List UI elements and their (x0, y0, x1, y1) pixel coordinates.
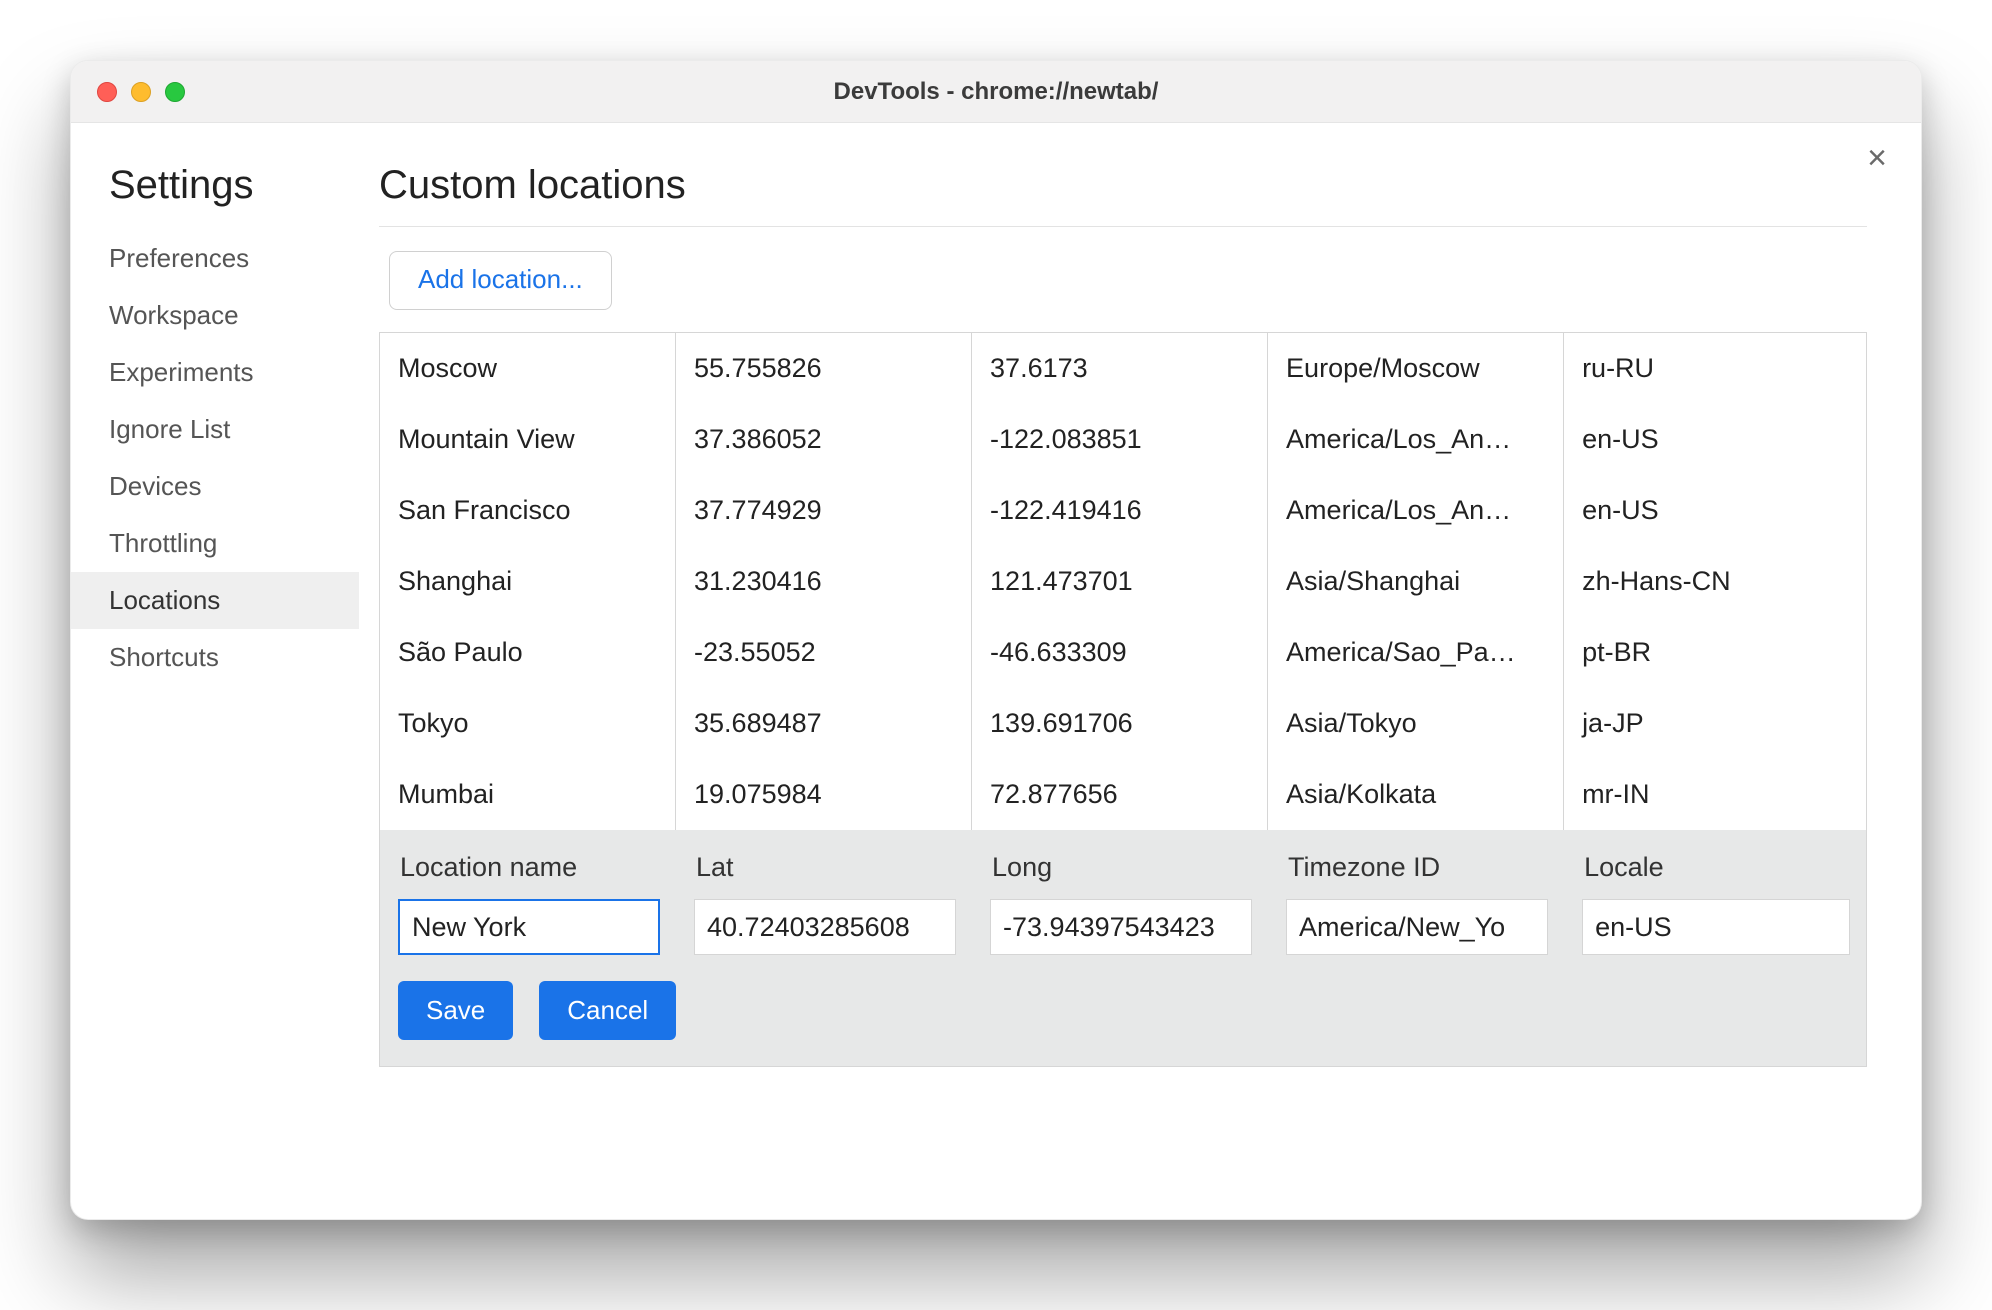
close-icon[interactable]: × (1867, 141, 1887, 175)
table-row[interactable]: Mumbai19.07598472.877656Asia/Kolkatamr-I… (380, 759, 1866, 830)
editor-header-locale: Locale (1564, 830, 1866, 889)
cell-name: São Paulo (380, 617, 676, 688)
window-title: DevTools - chrome://newtab/ (71, 78, 1921, 106)
cell-long: -46.633309 (972, 617, 1268, 688)
cell-locale: mr-IN (1564, 759, 1866, 830)
long-input[interactable] (990, 899, 1252, 955)
table-row[interactable]: Moscow55.75582637.6173Europe/Moscowru-RU (380, 333, 1866, 404)
editor-header: Location name Lat Long Timezone ID Local… (380, 830, 1866, 889)
locations-table: Moscow55.75582637.6173Europe/Moscowru-RU… (379, 332, 1867, 1067)
sidebar-item-devices[interactable]: Devices (71, 458, 359, 515)
cell-timezone: America/Los_An… (1268, 404, 1564, 475)
table-row[interactable]: Mountain View37.386052-122.083851America… (380, 404, 1866, 475)
cell-lat: 19.075984 (676, 759, 972, 830)
editor-header-tz: Timezone ID (1268, 830, 1564, 889)
settings-sidebar-title: Settings (71, 163, 359, 230)
location-editor: Location name Lat Long Timezone ID Local… (380, 830, 1866, 1066)
settings-main-panel: Custom locations Add location... Moscow5… (359, 123, 1921, 1219)
editor-header-name: Location name (380, 830, 676, 889)
cell-timezone: Asia/Kolkata (1268, 759, 1564, 830)
cell-locale: ru-RU (1564, 333, 1866, 404)
zoom-window-button[interactable] (165, 82, 185, 102)
cell-timezone: America/Sao_Pa… (1268, 617, 1564, 688)
cell-lat: 35.689487 (676, 688, 972, 759)
cell-lat: 37.386052 (676, 404, 972, 475)
sidebar-item-locations[interactable]: Locations (71, 572, 359, 629)
lat-input[interactable] (694, 899, 956, 955)
table-row[interactable]: Tokyo35.689487139.691706Asia/Tokyoja-JP (380, 688, 1866, 759)
sidebar-item-preferences[interactable]: Preferences (71, 230, 359, 287)
cell-timezone: America/Los_An… (1268, 475, 1564, 546)
cell-name: Moscow (380, 333, 676, 404)
table-row[interactable]: São Paulo-23.55052-46.633309America/Sao_… (380, 617, 1866, 688)
cell-long: 121.473701 (972, 546, 1268, 617)
cell-long: 139.691706 (972, 688, 1268, 759)
window-controls (71, 82, 185, 102)
editor-inputs (380, 889, 1866, 959)
cell-name: San Francisco (380, 475, 676, 546)
cell-locale: ja-JP (1564, 688, 1866, 759)
sidebar-item-experiments[interactable]: Experiments (71, 344, 359, 401)
minimize-window-button[interactable] (131, 82, 151, 102)
cell-locale: en-US (1564, 475, 1866, 546)
editor-header-long: Long (972, 830, 1268, 889)
save-button[interactable]: Save (398, 981, 513, 1040)
cell-name: Mumbai (380, 759, 676, 830)
sidebar-item-throttling[interactable]: Throttling (71, 515, 359, 572)
cell-name: Tokyo (380, 688, 676, 759)
cell-locale: en-US (1564, 404, 1866, 475)
cancel-button[interactable]: Cancel (539, 981, 676, 1040)
close-window-button[interactable] (97, 82, 117, 102)
cell-locale: pt-BR (1564, 617, 1866, 688)
sidebar-item-shortcuts[interactable]: Shortcuts (71, 629, 359, 686)
add-location-button[interactable]: Add location... (389, 251, 612, 310)
devtools-window: DevTools - chrome://newtab/ × Settings P… (70, 60, 1922, 1220)
settings-body: × Settings PreferencesWorkspaceExperimen… (71, 123, 1921, 1219)
cell-locale: zh-Hans-CN (1564, 546, 1866, 617)
cell-name: Shanghai (380, 546, 676, 617)
locale-input[interactable] (1582, 899, 1850, 955)
cell-lat: 37.774929 (676, 475, 972, 546)
cell-long: -122.419416 (972, 475, 1268, 546)
table-row[interactable]: San Francisco37.774929-122.419416America… (380, 475, 1866, 546)
page-title: Custom locations (379, 163, 1867, 227)
cell-timezone: Asia/Shanghai (1268, 546, 1564, 617)
settings-sidebar: Settings PreferencesWorkspaceExperiments… (71, 123, 359, 1219)
cell-name: Mountain View (380, 404, 676, 475)
cell-lat: 55.755826 (676, 333, 972, 404)
editor-actions: Save Cancel (380, 959, 1866, 1066)
cell-lat: 31.230416 (676, 546, 972, 617)
sidebar-item-workspace[interactable]: Workspace (71, 287, 359, 344)
cell-long: -122.083851 (972, 404, 1268, 475)
cell-timezone: Europe/Moscow (1268, 333, 1564, 404)
titlebar: DevTools - chrome://newtab/ (71, 61, 1921, 123)
table-row[interactable]: Shanghai31.230416121.473701Asia/Shanghai… (380, 546, 1866, 617)
sidebar-item-ignore-list[interactable]: Ignore List (71, 401, 359, 458)
cell-timezone: Asia/Tokyo (1268, 688, 1564, 759)
cell-long: 72.877656 (972, 759, 1268, 830)
editor-header-lat: Lat (676, 830, 972, 889)
location-name-input[interactable] (398, 899, 660, 955)
timezone-input[interactable] (1286, 899, 1548, 955)
cell-lat: -23.55052 (676, 617, 972, 688)
cell-long: 37.6173 (972, 333, 1268, 404)
